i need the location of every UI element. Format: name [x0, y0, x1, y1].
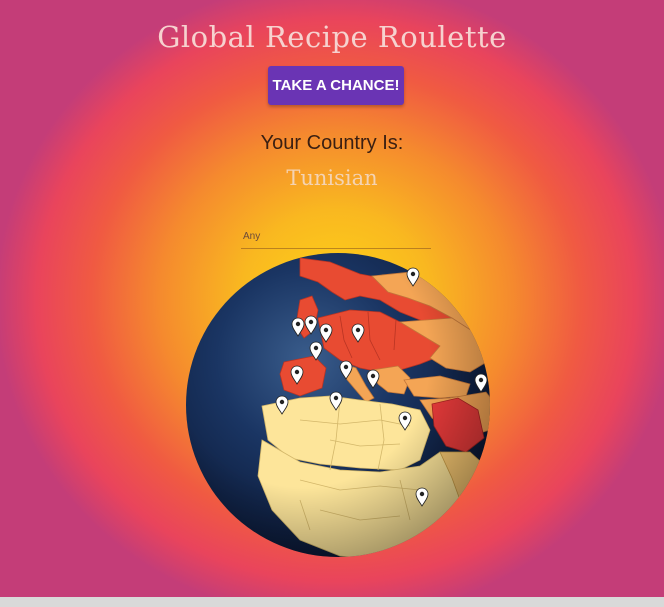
globe-map[interactable]	[0, 0, 664, 607]
bottom-scrollbar[interactable]	[0, 597, 664, 607]
